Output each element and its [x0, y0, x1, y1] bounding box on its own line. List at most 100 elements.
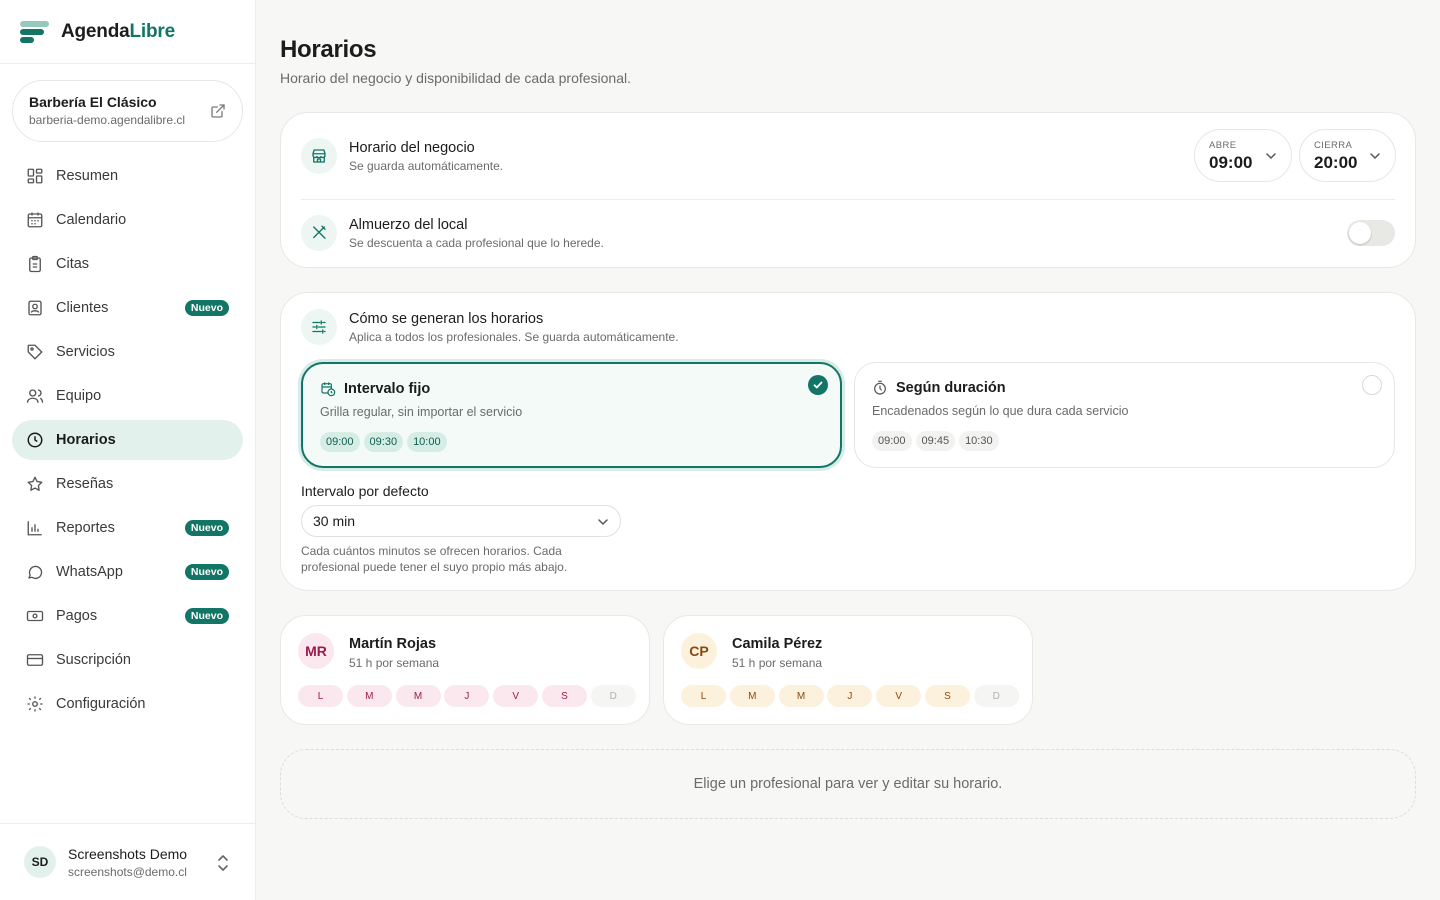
external-link-icon[interactable]: [210, 103, 226, 119]
day-pill: S: [541, 685, 587, 707]
users-icon: [26, 389, 44, 403]
store-icon: [301, 138, 337, 174]
lunch-subtitle: Se descuenta a cada profesional que lo h…: [349, 236, 604, 250]
empty-state: Elige un profesional para ver y editar s…: [280, 749, 1416, 819]
sidebar-item-label: Reportes: [56, 520, 115, 536]
user-menu[interactable]: SD Screenshots Demo screenshots@demo.cl: [0, 823, 255, 900]
banknote-icon: [26, 610, 44, 622]
business-url: barberia-demo.agendalibre.cl: [29, 113, 186, 127]
calendar-clock-icon: [321, 382, 336, 397]
business-name: Barbería El Clásico: [29, 94, 157, 110]
day-pill: V: [493, 685, 539, 707]
credit-card-icon: [26, 654, 44, 666]
professional-name: Martín Rojas: [349, 636, 437, 652]
day-pill-off: D: [973, 685, 1019, 707]
user-info: Screenshots Demo screenshots@demo.cl: [68, 846, 187, 879]
sidebar-item-resenas[interactable]: Reseñas: [12, 464, 243, 504]
chevron-up-down-icon[interactable]: [217, 854, 229, 872]
avatar: SD: [24, 846, 56, 878]
timer-icon: [874, 380, 886, 395]
brand[interactable]: AgendaLibre: [0, 0, 255, 64]
sidebar: AgendaLibre Barbería El Clásico barberia…: [0, 0, 256, 900]
sidebar-item-label: Clientes: [56, 300, 109, 316]
sidebar-item-label: Citas: [56, 256, 90, 272]
professional-card[interactable]: CP Camila Pérez 51 h por semana L M M J …: [663, 615, 1033, 725]
sidebar-item-citas[interactable]: Citas: [12, 244, 243, 284]
calendar-icon: [27, 212, 43, 228]
divider: [301, 199, 1395, 200]
sidebar-item-clientes[interactable]: Clientes Nuevo: [12, 288, 243, 328]
day-pill: M: [395, 685, 441, 707]
sidebar-item-label: Horarios: [56, 432, 116, 448]
option-by-duration[interactable]: Según duración Encadenados según lo que …: [854, 362, 1395, 468]
day-pill: J: [827, 685, 873, 707]
sidebar-item-label: Suscripción: [56, 652, 131, 668]
sidebar-item-configuracion[interactable]: Configuración: [12, 684, 243, 724]
option-title-text: Según duración: [896, 380, 1006, 396]
sidebar-item-whatsapp[interactable]: WhatsApp Nuevo: [12, 552, 243, 592]
sidebar-item-label: Pagos: [56, 608, 98, 624]
sidebar-item-calendario[interactable]: Calendario: [12, 200, 243, 240]
sidebar-item-reportes[interactable]: Reportes Nuevo: [12, 508, 243, 548]
time-chip: 10:30: [959, 431, 999, 451]
sidebar-item-resumen[interactable]: Resumen: [12, 156, 243, 196]
tag-icon: [27, 344, 43, 360]
utensils-icon: [301, 215, 337, 251]
business-hours-title: Horario del negocio: [349, 140, 475, 156]
star-icon: [27, 476, 43, 491]
new-badge: Nuevo: [184, 608, 229, 624]
close-time-select[interactable]: CIERRA 20:00: [1299, 129, 1396, 182]
page-title: Horarios: [280, 36, 377, 63]
brand-name: AgendaLibre: [61, 21, 175, 43]
time-chips: 09:00 09:45 10:30: [872, 431, 1377, 451]
sidebar-item-suscripcion[interactable]: Suscripción: [12, 640, 243, 680]
lunch-title: Almuerzo del local: [349, 217, 468, 233]
weekday-pills: L M M J V S D: [681, 685, 1023, 707]
sidebar-item-servicios[interactable]: Servicios: [12, 332, 243, 372]
user-email: screenshots@demo.cl: [68, 864, 187, 879]
option-title-text: Intervalo fijo: [344, 381, 431, 397]
generation-card: Cómo se generan los horarios Aplica a to…: [280, 292, 1416, 591]
day-pill: L: [298, 685, 343, 707]
day-pill: M: [778, 685, 824, 707]
chat-icon: [28, 565, 43, 580]
time-chip: 09:30: [363, 432, 404, 452]
contact-icon: [28, 300, 42, 316]
option-fixed-interval[interactable]: Intervalo fijo Grilla regular, sin impor…: [301, 362, 842, 468]
sidebar-item-horarios[interactable]: Horarios: [12, 420, 243, 460]
option-subtitle: Grilla regular, sin importar el servicio: [320, 405, 523, 419]
gear-icon: [27, 696, 43, 712]
business-card[interactable]: Barbería El Clásico barberia-demo.agenda…: [12, 80, 243, 142]
day-pill: L: [681, 685, 726, 707]
new-badge: Nuevo: [184, 300, 229, 316]
toggle-knob: [1349, 222, 1371, 244]
interval-value: 30 min: [313, 513, 356, 529]
sliders-icon: [301, 309, 337, 345]
radio-button[interactable]: [1362, 375, 1382, 395]
time-chip: 09:00: [872, 431, 912, 451]
new-badge: Nuevo: [184, 520, 229, 536]
sidebar-item-label: Reseñas: [56, 476, 114, 492]
chevron-down-icon: [598, 519, 608, 526]
day-pill-off: D: [590, 685, 636, 707]
sidebar-item-label: Resumen: [56, 168, 119, 184]
sidebar-nav: Resumen Calendario Citas Clientes Nuevo …: [12, 156, 243, 728]
chevron-down-icon: [1370, 153, 1380, 160]
sidebar-item-pagos[interactable]: Pagos Nuevo: [12, 596, 243, 636]
open-time-select[interactable]: ABRE 09:00: [1194, 129, 1292, 182]
clock-icon: [27, 432, 43, 448]
time-chip: 10:00: [407, 432, 447, 452]
clipboard-icon: [29, 255, 41, 273]
sidebar-item-equipo[interactable]: Equipo: [12, 376, 243, 416]
sidebar-item-label: Equipo: [56, 388, 102, 404]
generation-subtitle: Aplica a todos los profesionales. Se gua…: [349, 330, 679, 344]
weekday-pills: L M M J V S D: [298, 685, 640, 707]
time-chips: 09:00 09:30 10:00: [320, 432, 823, 452]
professional-card[interactable]: MR Martín Rojas 51 h por semana L M M J …: [280, 615, 650, 725]
day-pill: V: [876, 685, 922, 707]
brand-name-part2: Libre: [129, 20, 175, 42]
sidebar-item-label: Servicios: [56, 344, 115, 360]
chevron-down-icon: [1266, 153, 1276, 160]
interval-select[interactable]: 30 min: [301, 505, 621, 537]
lunch-toggle[interactable]: [1347, 220, 1395, 246]
